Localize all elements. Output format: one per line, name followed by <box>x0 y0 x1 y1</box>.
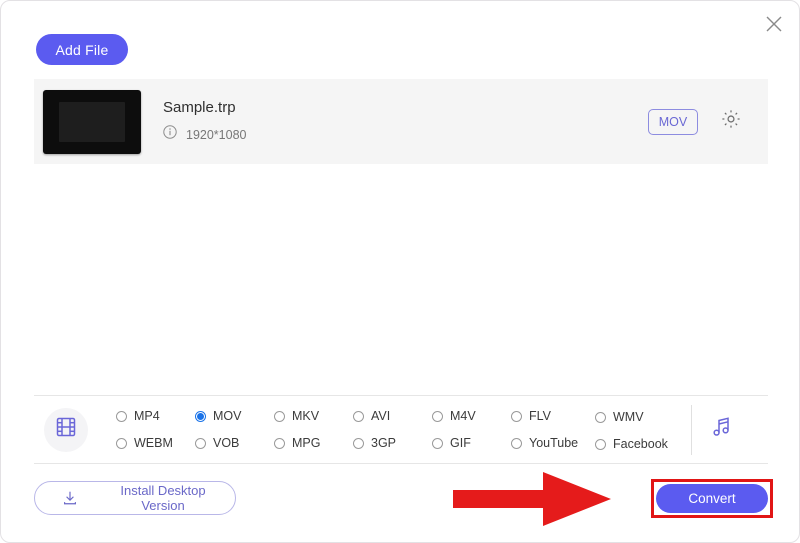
format-radio-gif[interactable]: GIF <box>432 430 511 457</box>
close-button[interactable] <box>759 9 789 39</box>
format-radio-webm[interactable]: WEBM <box>116 430 195 457</box>
radio-indicator <box>353 437 364 449</box>
format-radio-mpg[interactable]: MPG <box>274 430 353 457</box>
thumbnail-inner <box>59 101 125 142</box>
radio-indicator <box>432 410 443 422</box>
format-label: AVI <box>371 409 391 423</box>
format-radio-mp4[interactable]: MP4 <box>116 403 195 430</box>
format-radio-flv[interactable]: FLV <box>511 403 590 430</box>
radio-indicator <box>511 437 522 449</box>
film-strip-icon <box>54 415 78 444</box>
format-radio-wmv[interactable]: WMV <box>595 410 644 424</box>
gear-icon <box>720 108 742 135</box>
convert-button[interactable]: Convert <box>656 484 768 513</box>
download-icon <box>61 489 79 507</box>
radio-indicator <box>274 410 285 422</box>
format-radio-3gp[interactable]: 3GP <box>353 430 432 457</box>
format-label: MPG <box>292 436 321 450</box>
radio-indicator <box>116 437 127 449</box>
format-radio-mkv[interactable]: MKV <box>274 403 353 430</box>
info-icon <box>163 125 177 144</box>
file-resolution-line: 1920*1080 <box>163 125 648 144</box>
add-file-button[interactable]: Add File <box>36 34 128 65</box>
format-label: WEBM <box>134 436 173 450</box>
format-label: MP4 <box>134 409 160 423</box>
radio-indicator <box>511 410 522 422</box>
format-bar-separator <box>691 405 692 455</box>
format-label: WMV <box>613 410 644 424</box>
radio-indicator <box>432 437 443 449</box>
format-radio-avi[interactable]: AVI <box>353 403 432 430</box>
format-radio-group: MP4 MOV MKV AVI M4V FLV WEBM VOB MPG 3GP… <box>116 403 590 457</box>
format-label: 3GP <box>371 436 397 450</box>
format-label: VOB <box>213 436 240 450</box>
radio-indicator <box>353 410 364 422</box>
install-desktop-version-label: Install Desktop Version <box>120 483 206 513</box>
file-list-item[interactable]: Sample.trp 1920*1080 MOV <box>34 79 768 164</box>
radio-indicator <box>195 437 206 449</box>
format-label: GIF <box>450 436 471 450</box>
radio-indicator <box>116 410 127 422</box>
video-category-button[interactable] <box>44 407 88 452</box>
format-selection-bar: MP4 MOV MKV AVI M4V FLV WEBM VOB MPG 3GP… <box>34 396 768 463</box>
format-label: Facebook <box>613 437 668 451</box>
converter-window: Add File Sample.trp 1920*1080 MOV MP4 MO… <box>0 0 800 543</box>
red-arrow-annotation <box>453 472 611 526</box>
format-label: YouTube <box>529 436 579 450</box>
music-note-icon <box>709 414 735 445</box>
divider-bottom <box>34 463 768 464</box>
audio-category-button[interactable] <box>705 412 739 446</box>
format-radio-vob[interactable]: VOB <box>195 430 274 457</box>
file-name: Sample.trp <box>163 99 236 116</box>
add-file-label: Add File <box>55 41 109 58</box>
radio-indicator <box>274 437 285 449</box>
output-format-label: MOV <box>658 114 688 129</box>
output-format-button[interactable]: MOV <box>648 108 698 135</box>
install-desktop-version-button[interactable]: Install Desktop Version <box>34 481 236 515</box>
convert-label: Convert <box>688 491 736 506</box>
format-label: FLV <box>529 409 551 423</box>
format-radio-facebook[interactable]: Facebook <box>595 437 668 451</box>
format-label: M4V <box>450 409 476 423</box>
radio-indicator <box>595 411 606 423</box>
radio-indicator <box>195 410 206 422</box>
format-radio-youtube[interactable]: YouTube <box>511 430 590 457</box>
file-resolution: 1920*1080 <box>186 127 247 142</box>
close-icon <box>765 15 783 33</box>
format-label: MKV <box>292 409 320 423</box>
video-thumbnail <box>43 89 141 154</box>
format-radio-m4v[interactable]: M4V <box>432 403 511 430</box>
format-radio-mov[interactable]: MOV <box>195 403 274 430</box>
settings-button[interactable] <box>718 109 744 135</box>
radio-indicator <box>595 438 606 450</box>
file-details: Sample.trp 1920*1080 <box>163 99 648 144</box>
format-label: MOV <box>213 409 242 423</box>
